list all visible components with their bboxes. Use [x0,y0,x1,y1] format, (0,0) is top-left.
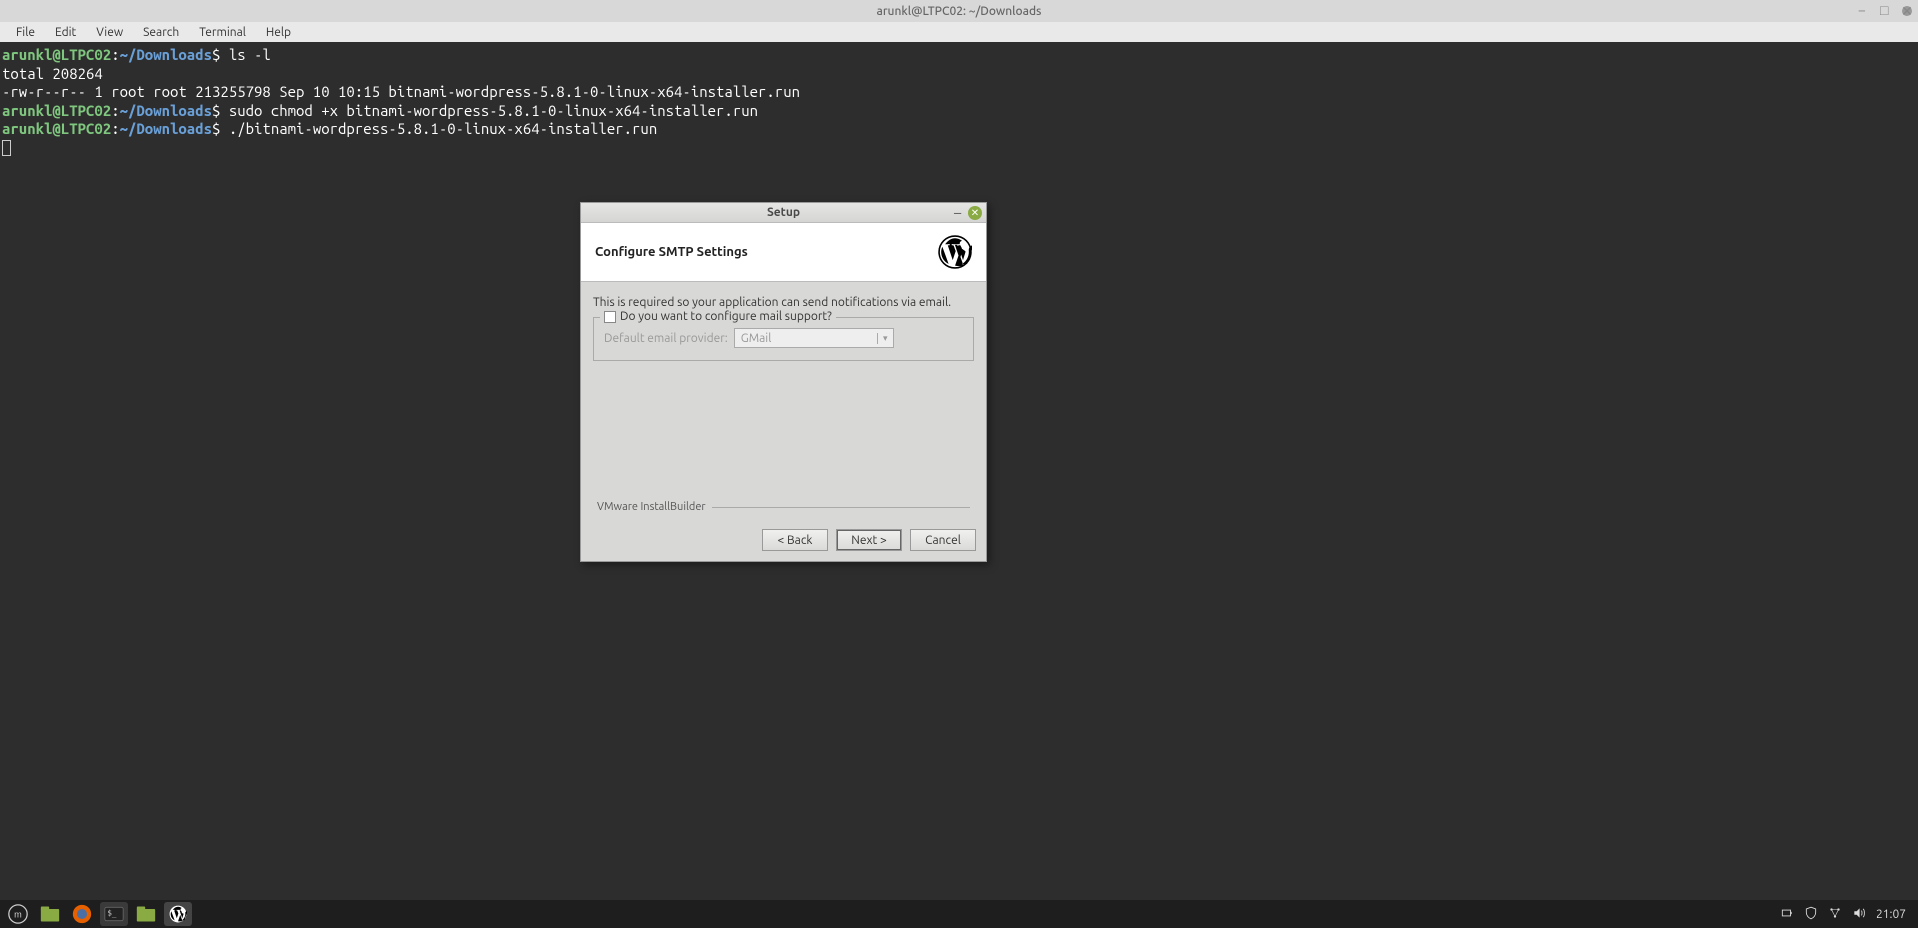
wordpress-logo-icon [938,235,972,269]
maximize-button[interactable]: □ [1880,6,1890,16]
setup-dialog: Setup − ✕ Configure SMTP Settings This i… [580,202,987,562]
network-icon[interactable] [1828,906,1842,923]
dialog-buttons: < Back Next > Cancel [581,521,986,561]
dialog-close-button[interactable]: ✕ [968,206,982,220]
dialog-minimize-button[interactable]: − [953,210,962,216]
menu-help[interactable]: Help [256,24,301,41]
dialog-header: Configure SMTP Settings [581,223,986,282]
checkbox-label[interactable]: Do you want to configure mail support? [620,310,832,323]
close-button[interactable]: ✕ [1902,6,1912,16]
output-line: -rw-r--r-- 1 root root 213255798 Sep 10 … [2,83,800,100]
cursor [2,140,11,156]
command: sudo chmod +x bitnami-wordpress-5.8.1-0-… [229,102,758,119]
cancel-button[interactable]: Cancel [910,529,976,551]
prompt-user: arunkl@LTPC02 [2,102,111,119]
dialog-body-text: This is required so your application can… [593,296,974,309]
shield-icon[interactable] [1804,906,1818,923]
window-title: arunkl@LTPC02: ~/Downloads [877,5,1042,18]
window-controls: − □ ✕ [1858,6,1912,16]
provider-select[interactable]: GMail ▾ [734,328,894,348]
menu-terminal[interactable]: Terminal [189,24,256,41]
prompt-user: arunkl@LTPC02 [2,120,111,137]
chevron-down-icon: ▾ [877,333,893,344]
smtp-fieldset: Do you want to configure mail support? D… [593,317,974,361]
prompt-path: ~/Downloads [120,120,212,137]
next-button[interactable]: Next > [836,529,902,551]
installer-brand: VMware InstallBuilder [597,501,706,513]
provider-label: Default email provider: [604,332,728,345]
menubar: File Edit View Search Terminal Help [0,22,1918,42]
dialog-title: Setup [767,206,800,219]
start-menu-icon[interactable]: m [4,902,32,926]
menu-view[interactable]: View [86,24,133,41]
folder-icon[interactable] [132,902,160,926]
dialog-body: This is required so your application can… [581,282,986,521]
back-button[interactable]: < Back [762,529,828,551]
wordpress-taskbar-icon[interactable] [164,902,192,926]
prompt-user: arunkl@LTPC02 [2,46,111,63]
output-line: total 208264 [2,65,103,82]
files-icon[interactable] [36,902,64,926]
volume-icon[interactable] [1852,906,1866,923]
prompt-path: ~/Downloads [120,46,212,63]
battery-icon[interactable] [1780,906,1794,923]
fieldset-legend: Do you want to configure mail support? [600,310,836,323]
taskbar: m $_ 21:07 [0,900,1918,928]
svg-text:$_: $_ [107,909,117,918]
command: ls -l [229,46,271,63]
command: ./bitnami-wordpress-5.8.1-0-linux-x64-in… [229,120,657,137]
menu-file[interactable]: File [6,24,45,41]
dialog-header-title: Configure SMTP Settings [595,245,748,259]
menu-edit[interactable]: Edit [45,24,86,41]
minimize-button[interactable]: − [1858,6,1868,16]
taskbar-right: 21:07 [1780,906,1914,923]
dialog-titlebar[interactable]: Setup − ✕ [581,203,986,223]
provider-value: GMail [735,332,877,345]
taskbar-left: m $_ [4,902,192,926]
dialog-window-controls: − ✕ [953,206,982,220]
dialog-footer-rule: VMware InstallBuilder [593,501,974,513]
provider-row: Default email provider: GMail ▾ [604,328,963,348]
svg-text:m: m [14,909,22,919]
window-titlebar: arunkl@LTPC02: ~/Downloads − □ ✕ [0,0,1918,22]
configure-mail-checkbox[interactable] [604,311,616,323]
firefox-icon[interactable] [68,902,96,926]
menu-search[interactable]: Search [133,24,189,41]
terminal-taskbar-icon[interactable]: $_ [100,902,128,926]
clock[interactable]: 21:07 [1876,908,1906,921]
prompt-path: ~/Downloads [120,102,212,119]
